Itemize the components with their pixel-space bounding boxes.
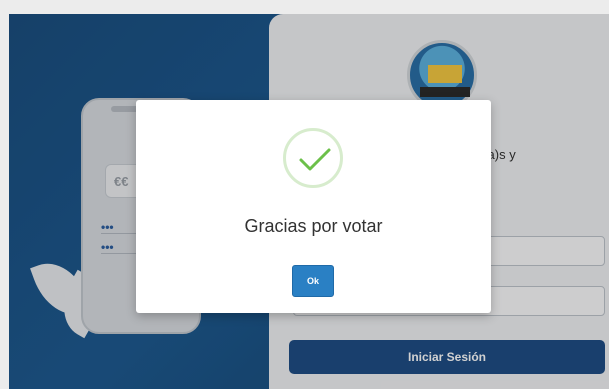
dialog-message: Gracias por votar bbox=[244, 216, 383, 236]
checkmark-icon bbox=[299, 148, 331, 171]
ok-button[interactable]: Ok bbox=[292, 265, 334, 297]
check-circle-icon bbox=[283, 128, 343, 188]
success-dialog: Gracias por votar Ok bbox=[136, 100, 491, 313]
window-top-strip bbox=[0, 0, 609, 14]
window-left-strip bbox=[0, 0, 9, 389]
